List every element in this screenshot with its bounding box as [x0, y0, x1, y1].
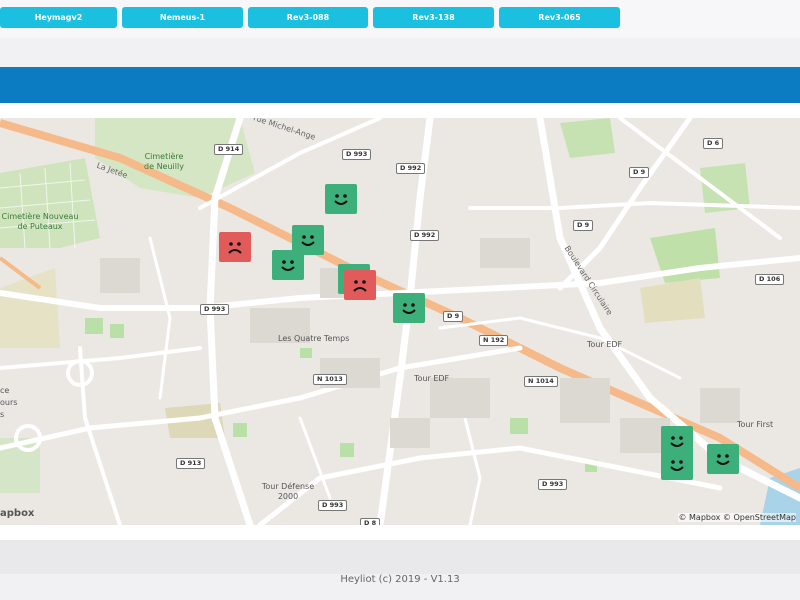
happy-face-icon	[670, 436, 684, 447]
mapbox-logo[interactable]: apbox	[0, 508, 34, 519]
place-label: Tour First	[737, 420, 774, 429]
cemetery-label: Cimetière Nouveau de Puteaux	[1, 212, 79, 231]
place-label: Tour EDF	[587, 340, 623, 349]
map-attribution[interactable]: © Mapbox © OpenStreetMap	[678, 513, 796, 522]
sensor-marker-sad[interactable]	[219, 232, 251, 262]
road-label: D 914	[214, 144, 244, 155]
tab-rev3-138[interactable]: Rev3-138	[373, 7, 494, 28]
road-label: N 1013	[313, 374, 347, 385]
footer-text: Heyliot (c) 2019 - V1.13	[340, 574, 460, 585]
sad-face-icon	[228, 242, 242, 254]
sensor-marker-happy[interactable]	[661, 450, 693, 480]
road-label: N 1014	[524, 376, 558, 387]
sensor-marker-sad[interactable]	[344, 270, 376, 300]
sensor-marker-happy[interactable]	[325, 184, 357, 214]
happy-face-icon	[670, 460, 684, 471]
device-tab-bar: Heymagv2 Nemeus-1 Rev3-088 Rev3-138 Rev3…	[0, 0, 800, 38]
road-label: D 993	[318, 500, 348, 511]
road-label: D 6	[703, 138, 724, 149]
place-label: Les Quatre Temps	[278, 334, 350, 343]
map[interactable]: D 914 D 993 D 992 D 6 D 9 D 992 D 9 D 10…	[0, 118, 800, 525]
tab-nemeus-1[interactable]: Nemeus-1	[122, 7, 243, 28]
header-band	[0, 67, 800, 103]
map-card-bottom	[0, 525, 800, 540]
happy-face-icon	[301, 235, 315, 246]
edge-label: s	[0, 410, 5, 419]
road-label: D 9	[573, 220, 594, 231]
road-label: D 993	[538, 479, 568, 490]
tab-heymagv2[interactable]: Heymagv2	[0, 7, 117, 28]
map-card-top	[0, 103, 800, 118]
sensor-marker-happy[interactable]	[272, 250, 304, 280]
tab-rev3-088[interactable]: Rev3-088	[248, 7, 368, 28]
road-label: D 992	[410, 230, 440, 241]
sensor-marker-happy[interactable]	[707, 444, 739, 474]
road-label: D 992	[396, 163, 426, 174]
road-label: N 192	[479, 335, 509, 346]
happy-face-icon	[281, 260, 295, 271]
tab-rev3-065[interactable]: Rev3-065	[499, 7, 620, 28]
road-label: D 9	[629, 167, 650, 178]
road-label: D 993	[342, 149, 372, 160]
road-label: D 913	[176, 458, 206, 469]
road-label: D 9	[443, 311, 464, 322]
road-label: D 106	[755, 274, 785, 285]
edge-label: ce	[0, 386, 10, 395]
place-label: Tour Défense 2000	[261, 482, 315, 501]
happy-face-icon	[334, 194, 348, 205]
cemetery-label: Cimetière de Neuilly	[144, 152, 184, 171]
edge-label: ours	[0, 398, 18, 407]
sensor-marker-happy[interactable]	[393, 293, 425, 323]
road-label: D 8	[360, 518, 381, 525]
road-label: D 993	[200, 304, 230, 315]
happy-face-icon	[402, 303, 416, 314]
happy-face-icon	[716, 454, 730, 465]
content-strip	[0, 540, 800, 574]
place-label: Tour EDF	[414, 374, 450, 383]
sad-face-icon	[353, 280, 367, 292]
